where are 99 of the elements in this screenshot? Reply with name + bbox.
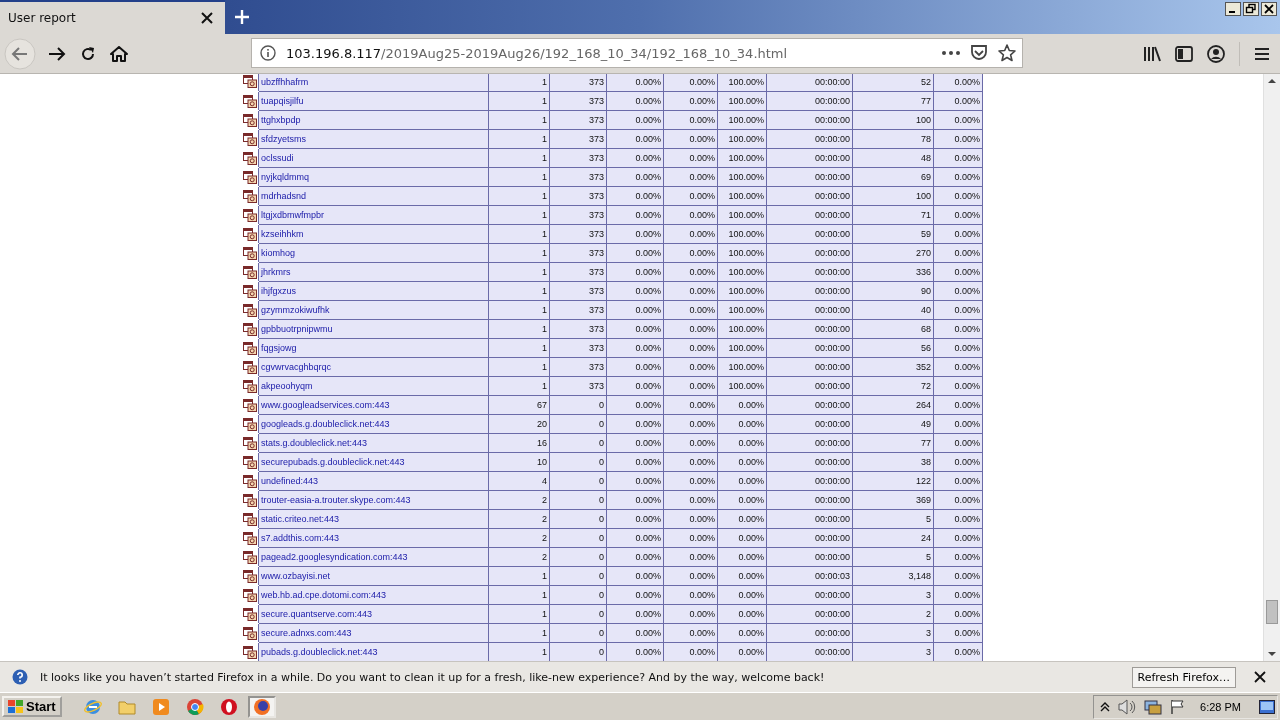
window-icon[interactable] <box>243 208 257 222</box>
close-icon[interactable] <box>201 12 213 24</box>
sidebar-icon[interactable] <box>1175 45 1193 62</box>
network-icon[interactable] <box>1144 698 1163 715</box>
speaker-icon[interactable] <box>1118 698 1137 715</box>
table-cell: 00:00:00 <box>766 74 853 92</box>
account-icon[interactable] <box>1207 44 1225 63</box>
window-icon[interactable] <box>243 246 257 260</box>
host-link[interactable]: secure.adnxs.com:443 <box>261 628 352 638</box>
host-link[interactable]: kzseihhkm <box>261 229 304 239</box>
window-icon[interactable] <box>243 379 257 393</box>
pocket-icon[interactable] <box>970 45 988 61</box>
window-icon[interactable] <box>243 531 257 545</box>
window-icon[interactable] <box>243 132 257 146</box>
window-icon[interactable] <box>243 113 257 127</box>
close-icon[interactable] <box>1261 2 1277 16</box>
reload-icon[interactable] <box>80 45 96 62</box>
browser-tab[interactable]: User report <box>0 0 225 34</box>
window-icon[interactable] <box>243 588 257 602</box>
windows-logo-icon <box>8 699 24 714</box>
window-icon[interactable] <box>243 512 257 526</box>
more-icon[interactable] <box>942 51 960 55</box>
window-icon[interactable] <box>243 151 257 165</box>
host-link[interactable]: sfdzyetsms <box>261 134 306 144</box>
window-icon[interactable] <box>243 322 257 336</box>
flag-icon[interactable] <box>1170 698 1187 715</box>
host-link[interactable]: www.ozbayisi.net <box>261 571 331 581</box>
window-icon[interactable] <box>243 341 257 355</box>
host-link[interactable]: oclssudi <box>261 153 294 163</box>
host-link[interactable]: nyjkqldmmq <box>261 172 309 182</box>
table-cell: 1 <box>488 74 550 92</box>
menu-icon[interactable] <box>1254 46 1270 61</box>
window-icon[interactable] <box>243 265 257 279</box>
restore-icon[interactable] <box>1243 2 1259 16</box>
table-cell: 0.00% <box>933 74 983 92</box>
window-icon[interactable] <box>243 436 257 450</box>
host-link[interactable]: ubzffhhafrm <box>261 77 309 87</box>
table-cell: 100.00% <box>717 74 767 92</box>
window-icon[interactable] <box>243 170 257 184</box>
tab-title: User report <box>8 11 77 25</box>
host-link[interactable]: ttghxbpdp <box>261 115 301 125</box>
host-link[interactable]: cgvwrvacghbqrqc <box>261 362 332 372</box>
close-icon[interactable] <box>1254 671 1266 683</box>
host-link[interactable]: kiomhog <box>261 248 296 258</box>
plus-icon[interactable] <box>234 9 250 25</box>
host-link[interactable]: fqgsjowg <box>261 343 297 353</box>
address-bar[interactable]: 103.196.8.117/2019Aug25-2019Aug26/192_168_10_34/192_168_10_34.html <box>251 38 1023 68</box>
back-icon[interactable] <box>4 37 36 70</box>
info-icon[interactable] <box>260 45 276 61</box>
window-icon[interactable] <box>243 645 257 659</box>
window-icon[interactable] <box>243 75 257 89</box>
window-icon[interactable] <box>243 398 257 412</box>
window-icon[interactable] <box>243 607 257 621</box>
scrollbar-thumb[interactable] <box>1266 600 1278 624</box>
show-desktop-icon[interactable] <box>1259 699 1275 714</box>
show-hidden-icon[interactable] <box>1100 700 1111 713</box>
window-icon[interactable] <box>243 474 257 488</box>
browser-e-icon[interactable] <box>83 697 102 716</box>
window-icon[interactable] <box>243 189 257 203</box>
chrome-icon[interactable] <box>185 697 204 716</box>
host-link[interactable]: mdrhadsnd <box>261 191 307 201</box>
window-icon[interactable] <box>243 303 257 317</box>
host-link[interactable]: jhrkmrs <box>261 267 291 277</box>
host-link[interactable]: gpbbuotrpnipwmu <box>261 324 333 334</box>
help-icon <box>12 669 28 685</box>
opera-icon[interactable] <box>219 697 238 716</box>
forward-icon[interactable] <box>48 45 66 62</box>
window-icon[interactable] <box>243 626 257 640</box>
home-icon[interactable] <box>110 45 128 62</box>
star-icon[interactable] <box>998 44 1016 62</box>
window-icon[interactable] <box>243 227 257 241</box>
window-icon[interactable] <box>243 493 257 507</box>
host-link[interactable]: ltgjxdbmwfmpbr <box>261 210 325 220</box>
firefox-taskbar-button[interactable] <box>247 695 276 718</box>
host-link[interactable]: tuapqisjilfu <box>261 96 304 106</box>
window-icon[interactable] <box>243 455 257 469</box>
host-link[interactable]: s7.addthis.com:443 <box>261 533 340 543</box>
refresh-button[interactable]: Refresh Firefox… <box>1131 666 1236 688</box>
table-cell: 0.00% <box>606 74 664 92</box>
host-link[interactable]: undefined:443 <box>261 476 319 486</box>
window-icon[interactable] <box>243 94 257 108</box>
host-link[interactable]: ihjfgxzus <box>261 286 296 296</box>
minimize-icon[interactable] <box>1225 2 1241 16</box>
host-link[interactable]: static.criteo.net:443 <box>261 514 340 524</box>
start-button[interactable]: Start <box>2 696 62 717</box>
window-icon[interactable] <box>243 417 257 431</box>
library-icon[interactable] <box>1143 45 1161 62</box>
host-link[interactable]: akpeoohyqm <box>261 381 313 391</box>
table-cell: 0.00% <box>663 74 718 92</box>
host-link[interactable]: gzymmzokiwufhk <box>261 305 330 315</box>
table-cell: 373 <box>549 74 607 92</box>
window-icon[interactable] <box>243 360 257 374</box>
window-icon[interactable] <box>243 284 257 298</box>
table-cell: 52 <box>852 74 934 92</box>
notification-message: It looks like you haven’t started Firefox in a while. Do you want to clean it up for a fresh, like-new experience? And by the way, welcome back! <box>40 670 825 684</box>
window-icon[interactable] <box>243 569 257 583</box>
clock[interactable]: 6:28 PM <box>1200 700 1241 713</box>
url-text: 103.196.8.117/2019Aug25-2019Aug26/192_168_10_34/192_168_10_34.html <box>286 45 789 61</box>
window-icon[interactable] <box>243 550 257 564</box>
